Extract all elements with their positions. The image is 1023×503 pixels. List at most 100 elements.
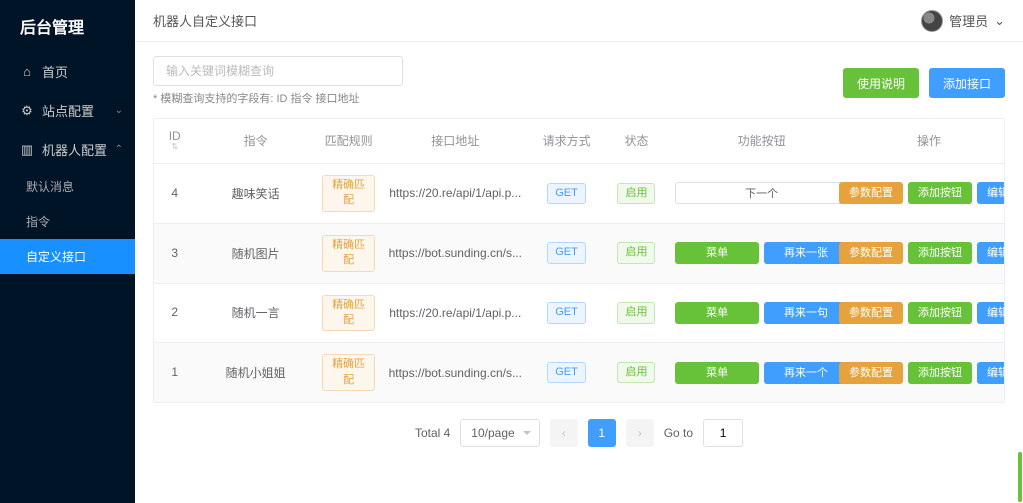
rule-tag: 精确匹配 — [322, 295, 375, 332]
cell-op: 参数配置添加按钮编辑 — [854, 224, 1004, 283]
gear-icon: ⚙ — [20, 104, 34, 118]
th-method: 请求方式 — [529, 119, 604, 163]
sort-icon: ⇅ — [171, 143, 178, 152]
pager-next[interactable]: › — [626, 419, 654, 447]
op-edit-button[interactable]: 编辑 — [977, 362, 1005, 384]
cell-func: 菜单再来一个 — [669, 343, 854, 402]
th-op: 操作 — [854, 119, 1004, 163]
op-edit-button[interactable]: 编辑 — [977, 302, 1005, 324]
method-tag: GET — [547, 183, 586, 204]
avatar — [921, 10, 943, 32]
table-row: 2随机一言精确匹配https://20.re/api/1/api.p...GET… — [154, 284, 1004, 344]
sidebar: 后台管理 ⌂ 首页 ⚙ 站点配置 ⌄ ▥ 机器人配置 ⌃ 默认消息 指令 自定义… — [0, 0, 135, 503]
cell-url: https://20.re/api/1/api.p... — [381, 164, 529, 223]
table-row: 3随机图片精确匹配https://bot.sunding.cn/s... GET 启… — [154, 224, 1004, 284]
cell-status: 启用 — [604, 224, 669, 283]
op-add_btn-button[interactable]: 添加按钮 — [908, 242, 972, 264]
search-hint: * 模糊查询支持的字段有: ID 指令 接口地址 — [153, 90, 403, 106]
cell-id: 2 — [154, 284, 195, 343]
cell-method: GET — [529, 164, 604, 223]
help-button[interactable]: 使用说明 — [843, 68, 919, 98]
cell-status: 启用 — [604, 343, 669, 402]
scroll-indicator — [1018, 452, 1022, 502]
bot-icon: ▥ — [20, 143, 34, 157]
nav-site-label: 站点配置 — [42, 101, 94, 120]
status-tag: 启用 — [617, 302, 655, 323]
nav-bot-config[interactable]: ▥ 机器人配置 ⌃ — [0, 130, 135, 169]
cell-command: 随机小姐姐 — [195, 343, 315, 402]
op-add_btn-button[interactable]: 添加按钮 — [908, 302, 972, 324]
cell-command: 趣味笑话 — [195, 164, 315, 223]
table-row: 4趣味笑话精确匹配https://20.re/api/1/api.p...GET… — [154, 164, 1004, 224]
op-add_btn-button[interactable]: 添加按钮 — [908, 362, 972, 384]
op-param-button[interactable]: 参数配置 — [839, 242, 903, 264]
topbar: 机器人自定义接口 管理员 ⌄ — [135, 0, 1023, 42]
toolbar: * 模糊查询支持的字段有: ID 指令 接口地址 使用说明 添加接口 — [153, 56, 1005, 106]
chevron-down-icon: ⌄ — [994, 13, 1005, 29]
cell-func: 下一个 — [669, 164, 854, 223]
breadcrumb: 机器人自定义接口 — [153, 11, 257, 30]
th-id[interactable]: ID ⇅ — [154, 119, 195, 163]
pager-total: Total 4 — [415, 426, 450, 440]
pagination: Total 4 10/page ‹ 1 › Go to — [153, 403, 1005, 463]
add-api-button[interactable]: 添加接口 — [929, 68, 1005, 98]
nav-bot-label: 机器人配置 — [42, 140, 107, 159]
th-rule: 匹配规则 — [316, 119, 381, 163]
cell-method: GET — [529, 284, 604, 343]
nav-site-config[interactable]: ⚙ 站点配置 ⌄ — [0, 91, 135, 130]
pager-current[interactable]: 1 — [588, 419, 616, 447]
cell-op: 参数配置添加按钮编辑 — [854, 164, 1004, 223]
th-func: 功能按钮 — [669, 119, 854, 163]
table-header: ID ⇅ 指令 匹配规则 接口地址 请求方式 状态 功能按钮 操作 — [154, 119, 1004, 164]
content: * 模糊查询支持的字段有: ID 指令 接口地址 使用说明 添加接口 ID ⇅ … — [135, 42, 1023, 503]
status-tag: 启用 — [617, 183, 655, 204]
op-add_btn-button[interactable]: 添加按钮 — [908, 182, 972, 204]
pager-prev[interactable]: ‹ — [550, 419, 578, 447]
cell-command: 随机一言 — [195, 284, 315, 343]
func-menu-button[interactable]: 菜单 — [675, 302, 759, 324]
status-tag: 启用 — [617, 242, 655, 263]
brand-logo: 后台管理 — [0, 0, 135, 52]
op-param-button[interactable]: 参数配置 — [839, 302, 903, 324]
th-url: 接口地址 — [381, 119, 529, 163]
cell-id: 3 — [154, 224, 195, 283]
op-edit-button[interactable]: 编辑 — [977, 242, 1005, 264]
nav-home[interactable]: ⌂ 首页 — [0, 52, 135, 91]
sub-command[interactable]: 指令 — [0, 204, 135, 239]
cell-op: 参数配置添加按钮编辑 — [854, 284, 1004, 343]
user-menu[interactable]: 管理员 ⌄ — [921, 10, 1005, 32]
chevron-up-icon: ⌃ — [115, 144, 123, 155]
main: 机器人自定义接口 管理员 ⌄ * 模糊查询支持的字段有: ID 指令 接口地址 … — [135, 0, 1023, 503]
page-size-select[interactable]: 10/page — [460, 419, 539, 447]
sub-default-message[interactable]: 默认消息 — [0, 169, 135, 204]
cell-url: https://bot.sunding.cn/s... — [381, 343, 529, 402]
cell-url: https://20.re/api/1/api.p... — [381, 284, 529, 343]
search-input[interactable] — [153, 56, 403, 86]
th-command: 指令 — [195, 119, 315, 163]
cell-status: 启用 — [604, 284, 669, 343]
func-again_ge-button[interactable]: 再来一个 — [764, 362, 848, 384]
rule-tag: 精确匹配 — [322, 175, 375, 212]
cell-command: 随机图片 — [195, 224, 315, 283]
nav-home-label: 首页 — [42, 62, 68, 81]
cell-url: https://bot.sunding.cn/s... — [381, 224, 529, 283]
func-again_sen-button[interactable]: 再来一句 — [764, 302, 848, 324]
table-row: 1随机小姐姐精确匹配https://bot.sunding.cn/s...GET… — [154, 343, 1004, 402]
method-tag: GET — [547, 242, 586, 263]
home-icon: ⌂ — [20, 65, 34, 79]
cell-func: 菜单再来一张 — [669, 224, 854, 283]
op-param-button[interactable]: 参数配置 — [839, 362, 903, 384]
cell-id: 1 — [154, 343, 195, 402]
func-again_one-button[interactable]: 再来一张 — [764, 242, 848, 264]
func-menu-button[interactable]: 菜单 — [675, 242, 759, 264]
op-param-button[interactable]: 参数配置 — [839, 182, 903, 204]
sub-custom-api[interactable]: 自定义接口 — [0, 239, 135, 274]
op-edit-button[interactable]: 编辑 — [977, 182, 1005, 204]
pager-goto-input[interactable] — [703, 419, 743, 447]
cell-rule: 精确匹配 — [316, 224, 381, 283]
func-next_one_outline-button[interactable]: 下一个 — [675, 182, 848, 204]
status-tag: 启用 — [617, 362, 655, 383]
func-menu-button[interactable]: 菜单 — [675, 362, 759, 384]
cell-op: 参数配置添加按钮编辑 — [854, 343, 1004, 402]
user-name: 管理员 — [949, 11, 988, 30]
